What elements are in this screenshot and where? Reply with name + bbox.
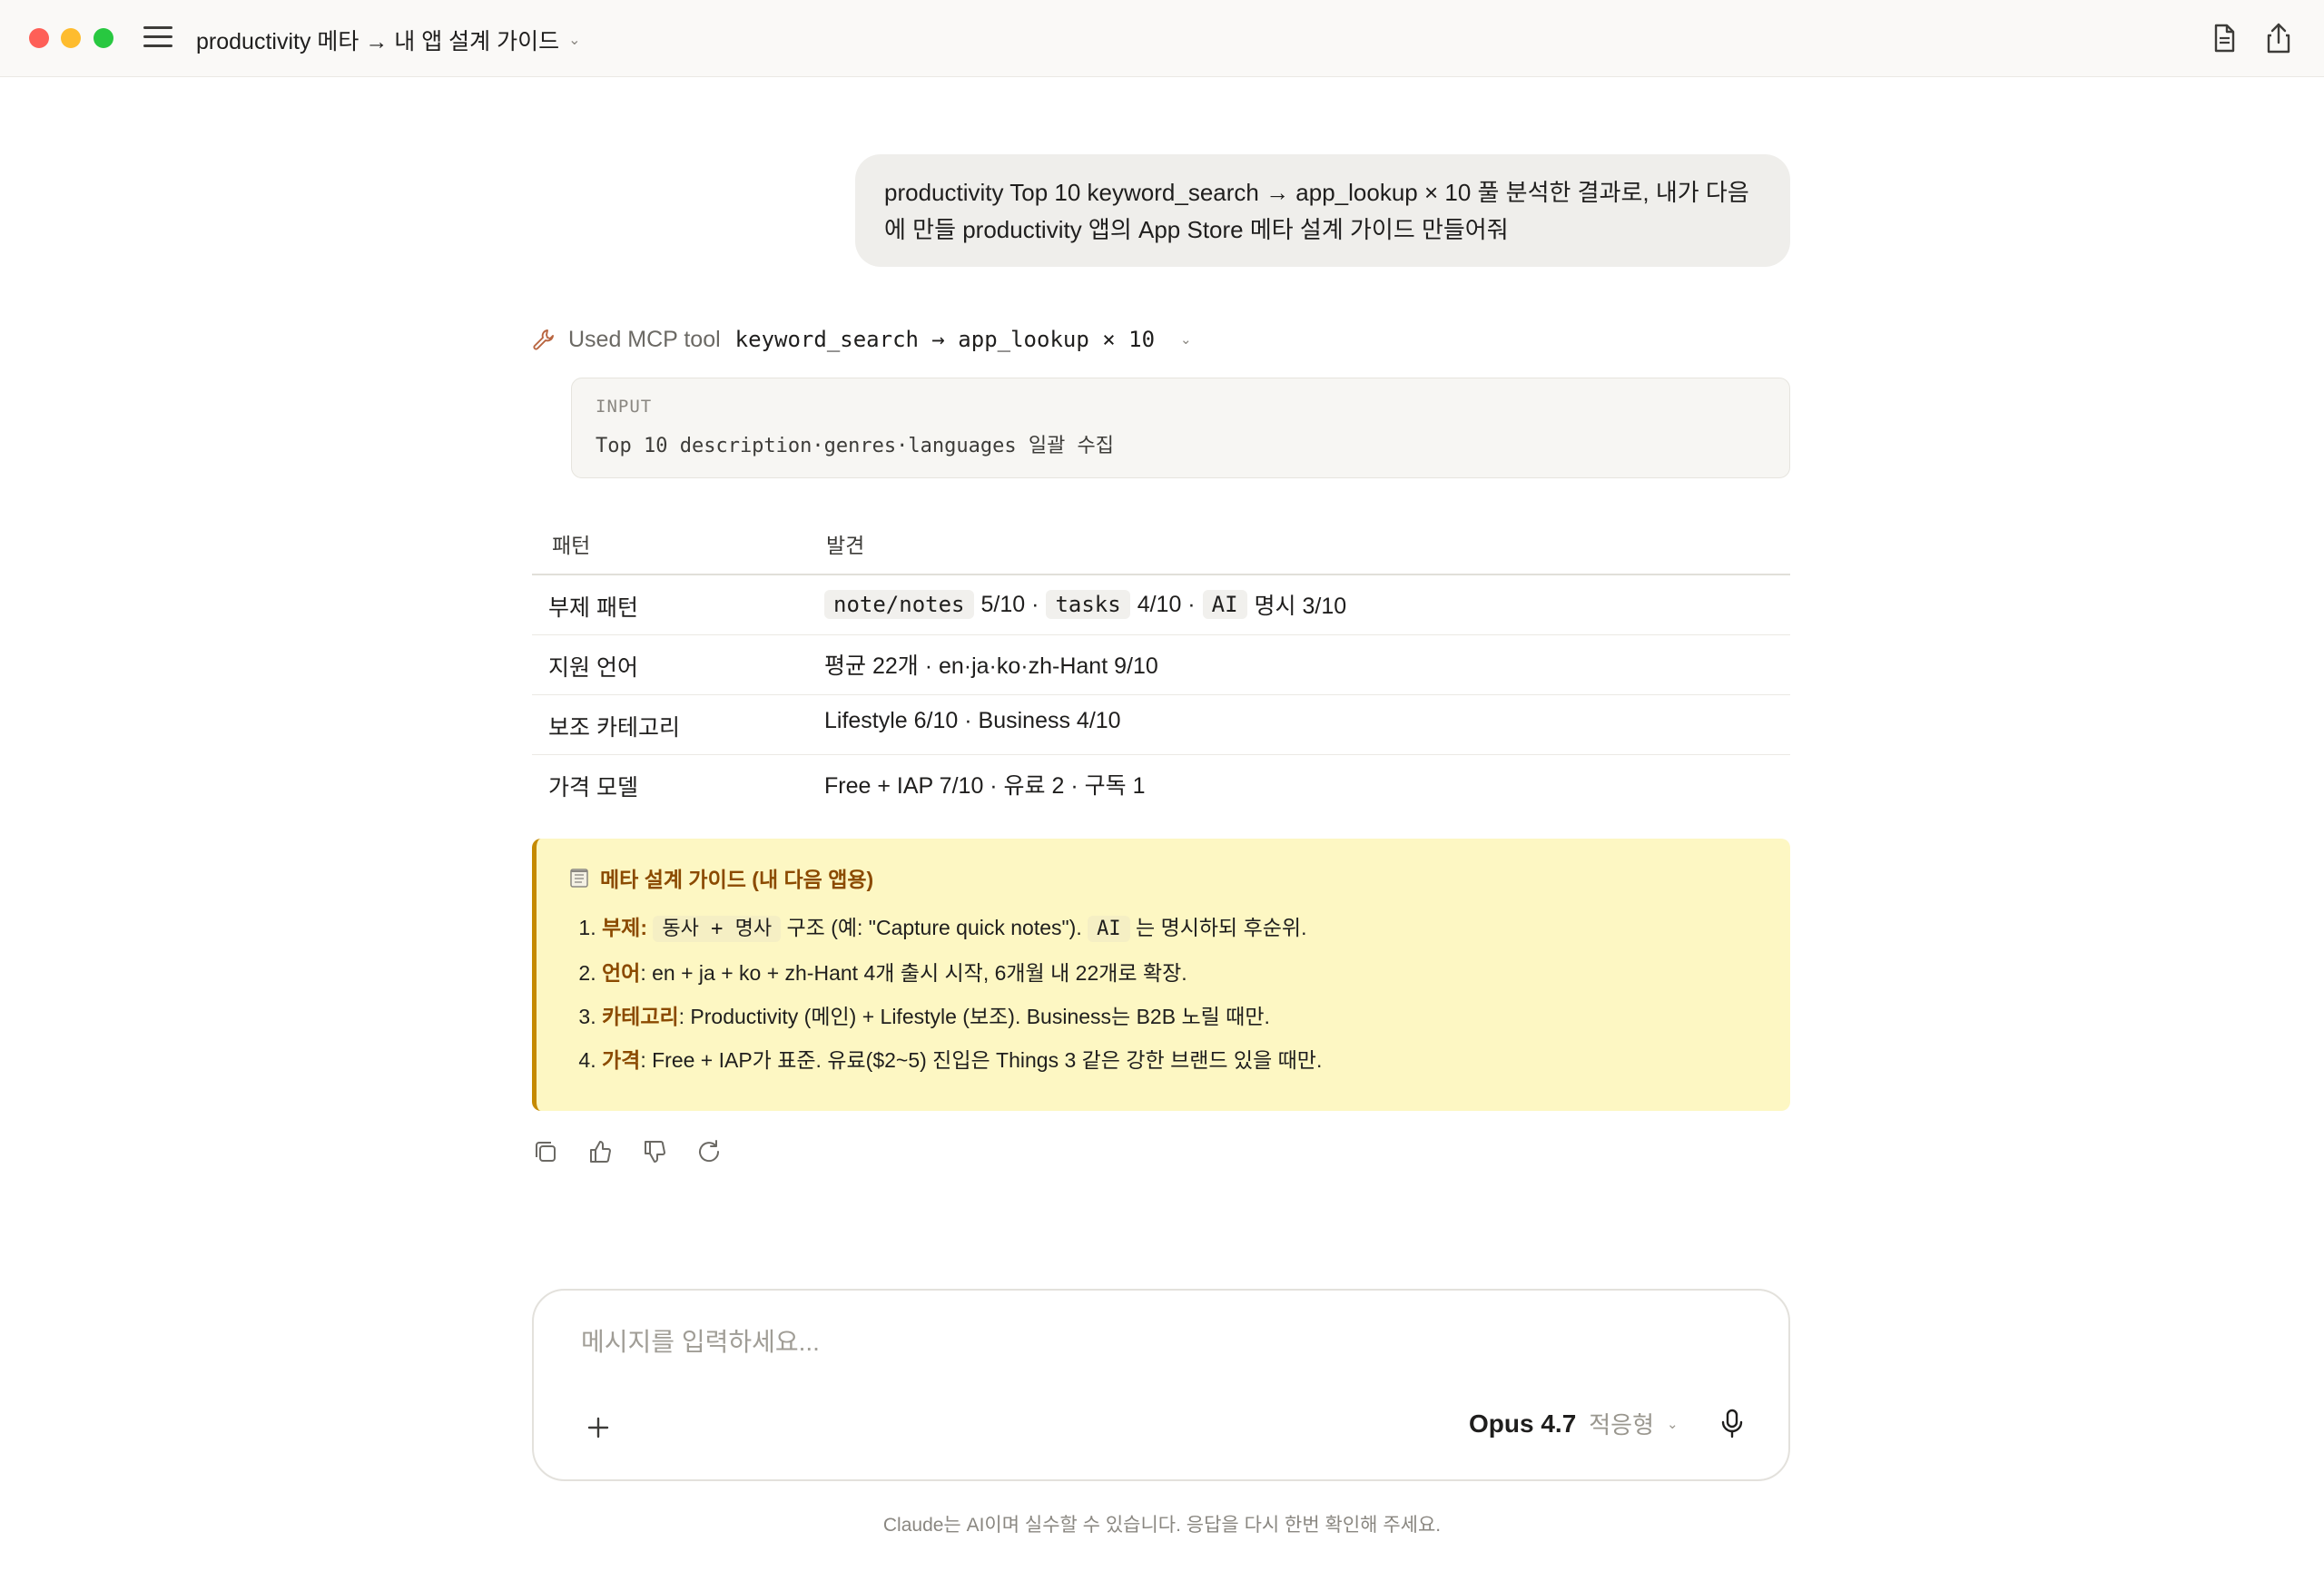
thumbs-up-icon[interactable] <box>586 1138 614 1165</box>
item-text: 는 명시하되 후순위. <box>1136 916 1307 939</box>
inline-code: tasks <box>1046 590 1130 619</box>
chevron-down-icon: ⌄ <box>568 33 581 48</box>
table-cell-finding: Free + IAP 7/10 · 유료 2 · 구독 1 <box>824 773 1146 799</box>
message-composer: Opus 4.7 적응형 ⌄ <box>532 1289 1790 1481</box>
add-attachment-icon[interactable] <box>583 1412 614 1443</box>
user-message-bubble: productivity Top 10 keyword_search → app… <box>855 154 1790 267</box>
table-cell-pattern: 지원 언어 <box>548 655 638 681</box>
share-icon[interactable] <box>2260 20 2297 56</box>
model-mode: 적응형 <box>1589 1411 1655 1439</box>
guide-callout: 메타 설계 가이드 (내 다음 앱용) 부제: 동사 + 명사 구조 (예: "… <box>532 839 1790 1111</box>
document-icon[interactable] <box>2206 20 2242 56</box>
item-text: 구조 (예: "Capture quick notes"). <box>786 916 1082 939</box>
list-item: 가격: Free + IAP가 표준. 유료($2~5) 진입은 Things … <box>602 1038 1758 1082</box>
item-label: 가격 <box>602 1048 641 1072</box>
item-text: : en + ja + ko + zh-Hant 4개 출시 시작, 6개월 내… <box>640 961 1187 985</box>
message-actions <box>532 1138 723 1165</box>
callout-heading-text: 메타 설계 가이드 (내 다음 앱용) <box>600 868 874 891</box>
model-name: Opus 4.7 <box>1469 1409 1577 1438</box>
table-header: 패턴 발견 <box>532 510 1790 575</box>
table-row: 부제 패턴 note/notes 5/10 · tasks 4/10 · AI … <box>532 575 1790 635</box>
notepad-icon <box>570 869 588 888</box>
cell-text: 5/10 · <box>980 591 1039 617</box>
table-cell-pattern: 보조 카테고리 <box>548 715 680 741</box>
table-cell-finding: Lifestyle 6/10 · Business 4/10 <box>824 708 1121 733</box>
table-row: 지원 언어 평균 22개 · en·ja·ko·zh-Hant 9/10 <box>532 635 1790 695</box>
pattern-table: 패턴 발견 부제 패턴 note/notes 5/10 · tasks 4/10… <box>532 510 1790 814</box>
table-cell-finding: note/notes 5/10 · tasks 4/10 · AI 명시 3/1… <box>824 588 1346 621</box>
wrench-icon <box>533 329 554 350</box>
microphone-icon[interactable] <box>1714 1405 1750 1441</box>
minimize-window-button[interactable] <box>61 28 81 48</box>
table-cell-finding: 평균 22개 · en·ja·ko·zh-Hant 9/10 <box>824 653 1158 679</box>
tool-call-name: keyword_search → app_lookup × 10 <box>734 327 1156 352</box>
item-label: 부제 <box>602 916 641 939</box>
table-header-finding: 발견 <box>826 534 865 557</box>
close-window-button[interactable] <box>29 28 49 48</box>
message-input[interactable] <box>579 1327 1672 1358</box>
table-row: 보조 카테고리 Lifestyle 6/10 · Business 4/10 <box>532 695 1790 755</box>
list-item: 카테고리: Productivity (메인) + Lifestyle (보조)… <box>602 995 1758 1038</box>
cell-text: 명시 3/10 <box>1254 594 1347 619</box>
tool-input-text: Top 10 description·genres·languages 일괄 수… <box>596 435 1115 457</box>
item-label: 카테고리 <box>602 1005 679 1028</box>
chevron-down-icon: ⌄ <box>1180 332 1192 348</box>
item-text: : Productivity (메인) + Lifestyle (보조). Bu… <box>678 1005 1270 1028</box>
item-colon: : <box>640 916 647 939</box>
thumbs-down-icon[interactable] <box>641 1138 668 1165</box>
guide-list: 부제: 동사 + 명사 구조 (예: "Capture quick notes"… <box>569 906 1758 1082</box>
zoom-window-button[interactable] <box>94 28 113 48</box>
list-item: 언어: en + ja + ko + zh-Hant 4개 출시 시작, 6개월… <box>602 951 1758 995</box>
table-cell-pattern: 가격 모델 <box>548 775 638 800</box>
title-bar: productivity 메타 → 내 앱 설계 가이드 ⌄ <box>0 0 2324 77</box>
cell-text: 4/10 · <box>1137 591 1196 617</box>
list-item: 부제: 동사 + 명사 구조 (예: "Capture quick notes"… <box>602 906 1758 951</box>
tool-input-box: INPUT Top 10 description·genres·language… <box>571 378 1790 478</box>
item-text: : Free + IAP가 표준. 유료($2~5) 진입은 Things 3 … <box>640 1048 1323 1072</box>
disclaimer-text: Claude는 AI이며 실수할 수 있습니다. 응답을 다시 한번 확인해 주… <box>882 1515 1442 1536</box>
inline-code: AI <box>1088 916 1130 942</box>
tool-use-label: Used MCP tool <box>568 326 721 352</box>
menu-icon[interactable] <box>143 25 172 49</box>
callout-heading: 메타 설계 가이드 (내 다음 앱용) <box>569 862 1758 893</box>
chevron-down-icon: ⌄ <box>1667 1416 1679 1432</box>
table-header-pattern: 패턴 <box>552 534 591 557</box>
tool-input-caption: INPUT <box>596 397 653 417</box>
copy-icon[interactable] <box>532 1138 559 1165</box>
tool-use-toggle[interactable]: Used MCP tool keyword_search → app_looku… <box>532 323 1192 356</box>
inline-code: note/notes <box>824 590 974 619</box>
inline-code: AI <box>1202 590 1247 619</box>
model-selector[interactable]: Opus 4.7 적응형 ⌄ <box>1469 1407 1679 1440</box>
conversation-title[interactable]: productivity 메타 → 내 앱 설계 가이드 ⌄ <box>196 24 581 56</box>
table-row: 가격 모델 Free + IAP 7/10 · 유료 2 · 구독 1 <box>532 755 1790 814</box>
inline-code: 동사 + 명사 <box>653 916 782 942</box>
item-label: 언어 <box>602 961 641 985</box>
retry-icon[interactable] <box>695 1138 723 1165</box>
table-cell-pattern: 부제 패턴 <box>548 595 638 621</box>
conversation-title-text: productivity 메타 → 내 앱 설계 가이드 <box>196 29 560 54</box>
